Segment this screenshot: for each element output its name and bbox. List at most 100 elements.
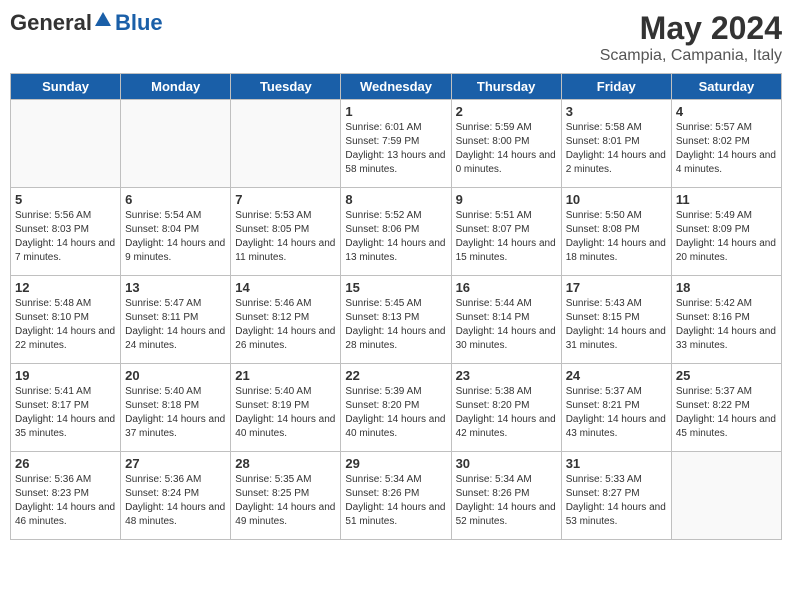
day-info: Sunrise: 5:48 AM Sunset: 8:10 PM Dayligh… — [15, 297, 116, 353]
weekday-header-row: SundayMondayTuesdayWednesdayThursdayFrid… — [11, 74, 782, 100]
logo-blue-text: Blue — [115, 10, 163, 35]
calendar-day-cell: 15Sunrise: 5:45 AM Sunset: 8:13 PM Dayli… — [341, 276, 451, 364]
calendar-day-cell: 10Sunrise: 5:50 AM Sunset: 8:08 PM Dayli… — [561, 188, 671, 276]
day-info: Sunrise: 5:56 AM Sunset: 8:03 PM Dayligh… — [15, 209, 116, 265]
calendar-day-cell: 4 Sunrise: 5:57 AM Sunset: 8:02 PM Daylig… — [671, 100, 781, 188]
calendar-day-cell: 1 Sunrise: 6:01 AM Sunset: 7:59 PM Daylig… — [341, 100, 451, 188]
day-number: 28 — [235, 456, 336, 471]
calendar-day-cell: 17Sunrise: 5:43 AM Sunset: 8:15 PM Dayli… — [561, 276, 671, 364]
day-info: Sunrise: 5:52 AM Sunset: 8:06 PM Dayligh… — [345, 209, 446, 265]
calendar-day-cell: 2 Sunrise: 5:59 AM Sunset: 8:00 PM Daylig… — [451, 100, 561, 188]
day-number: 23 — [456, 368, 557, 383]
day-info: Sunrise: 5:38 AM Sunset: 8:20 PM Dayligh… — [456, 385, 557, 441]
calendar-day-cell: 28Sunrise: 5:35 AM Sunset: 8:25 PM Dayli… — [231, 452, 341, 540]
day-number: 20 — [125, 368, 226, 383]
day-number: 11 — [676, 192, 777, 207]
day-info: Sunrise: 5:34 AM Sunset: 8:26 PM Dayligh… — [345, 473, 446, 529]
day-number: 3 — [566, 104, 667, 119]
calendar-week-row: 19Sunrise: 5:41 AM Sunset: 8:17 PM Dayli… — [11, 364, 782, 452]
day-number: 14 — [235, 280, 336, 295]
calendar-day-cell: 7 Sunrise: 5:53 AM Sunset: 8:05 PM Daylig… — [231, 188, 341, 276]
day-number: 7 — [235, 192, 336, 207]
day-info: Sunrise: 5:37 AM Sunset: 8:21 PM Dayligh… — [566, 385, 667, 441]
weekday-header-cell: Thursday — [451, 74, 561, 100]
day-info: Sunrise: 5:39 AM Sunset: 8:20 PM Dayligh… — [345, 385, 446, 441]
day-number: 2 — [456, 104, 557, 119]
day-info: Sunrise: 5:37 AM Sunset: 8:22 PM Dayligh… — [676, 385, 777, 441]
calendar-day-cell — [671, 452, 781, 540]
calendar-day-cell: 29 Sunrise: 5:34 AM Sunset: 8:26 PM Dayli… — [341, 452, 451, 540]
month-title: May 2024 — [600, 10, 782, 47]
day-number: 21 — [235, 368, 336, 383]
calendar-day-cell: 14Sunrise: 5:46 AM Sunset: 8:12 PM Dayli… — [231, 276, 341, 364]
calendar-day-cell: 11 Sunrise: 5:49 AM Sunset: 8:09 PM Dayli… — [671, 188, 781, 276]
day-number: 8 — [345, 192, 446, 207]
calendar-day-cell — [231, 100, 341, 188]
day-number: 18 — [676, 280, 777, 295]
day-number: 25 — [676, 368, 777, 383]
location-title: Scampia, Campania, Italy — [600, 47, 782, 65]
weekday-header-cell: Saturday — [671, 74, 781, 100]
title-block: May 2024 Scampia, Campania, Italy — [600, 10, 782, 65]
calendar-day-cell: 3 Sunrise: 5:58 AM Sunset: 8:01 PM Daylig… — [561, 100, 671, 188]
day-number: 12 — [15, 280, 116, 295]
logo: General Blue — [10, 10, 163, 36]
calendar-day-cell: 13Sunrise: 5:47 AM Sunset: 8:11 PM Dayli… — [121, 276, 231, 364]
calendar-day-cell: 27Sunrise: 5:36 AM Sunset: 8:24 PM Dayli… — [121, 452, 231, 540]
calendar-day-cell: 22 Sunrise: 5:39 AM Sunset: 8:20 PM Dayli… — [341, 364, 451, 452]
calendar-day-cell: 18Sunrise: 5:42 AM Sunset: 8:16 PM Dayli… — [671, 276, 781, 364]
calendar-day-cell — [11, 100, 121, 188]
day-info: Sunrise: 5:57 AM Sunset: 8:02 PM Dayligh… — [676, 121, 777, 177]
day-info: Sunrise: 5:34 AM Sunset: 8:26 PM Dayligh… — [456, 473, 557, 529]
weekday-header-cell: Sunday — [11, 74, 121, 100]
calendar-day-cell — [121, 100, 231, 188]
calendar-week-row: 26Sunrise: 5:36 AM Sunset: 8:23 PM Dayli… — [11, 452, 782, 540]
day-number: 30 — [456, 456, 557, 471]
day-number: 9 — [456, 192, 557, 207]
day-info: Sunrise: 5:59 AM Sunset: 8:00 PM Dayligh… — [456, 121, 557, 177]
day-info: Sunrise: 5:40 AM Sunset: 8:18 PM Dayligh… — [125, 385, 226, 441]
calendar-day-cell: 9Sunrise: 5:51 AM Sunset: 8:07 PM Daylig… — [451, 188, 561, 276]
day-number: 10 — [566, 192, 667, 207]
day-info: Sunrise: 5:44 AM Sunset: 8:14 PM Dayligh… — [456, 297, 557, 353]
calendar-day-cell: 6 Sunrise: 5:54 AM Sunset: 8:04 PM Daylig… — [121, 188, 231, 276]
calendar-day-cell: 21 Sunrise: 5:40 AM Sunset: 8:19 PM Dayli… — [231, 364, 341, 452]
page-header: General Blue May 2024 Scampia, Campania, … — [10, 10, 782, 65]
day-number: 22 — [345, 368, 446, 383]
day-number: 29 — [345, 456, 446, 471]
calendar-day-cell: 8 Sunrise: 5:52 AM Sunset: 8:06 PM Daylig… — [341, 188, 451, 276]
calendar-day-cell: 31Sunrise: 5:33 AM Sunset: 8:27 PM Dayli… — [561, 452, 671, 540]
day-number: 13 — [125, 280, 226, 295]
day-info: Sunrise: 5:53 AM Sunset: 8:05 PM Dayligh… — [235, 209, 336, 265]
calendar-body: 1 Sunrise: 6:01 AM Sunset: 7:59 PM Daylig… — [11, 100, 782, 540]
day-number: 27 — [125, 456, 226, 471]
calendar-week-row: 5 Sunrise: 5:56 AM Sunset: 8:03 PM Daylig… — [11, 188, 782, 276]
day-number: 6 — [125, 192, 226, 207]
calendar-week-row: 12 Sunrise: 5:48 AM Sunset: 8:10 PM Dayli… — [11, 276, 782, 364]
day-info: Sunrise: 5:58 AM Sunset: 8:01 PM Dayligh… — [566, 121, 667, 177]
day-number: 4 — [676, 104, 777, 119]
calendar-day-cell: 30 Sunrise: 5:34 AM Sunset: 8:26 PM Dayli… — [451, 452, 561, 540]
calendar-week-row: 1 Sunrise: 6:01 AM Sunset: 7:59 PM Daylig… — [11, 100, 782, 188]
calendar-day-cell: 24Sunrise: 5:37 AM Sunset: 8:21 PM Dayli… — [561, 364, 671, 452]
weekday-header-cell: Monday — [121, 74, 231, 100]
day-number: 15 — [345, 280, 446, 295]
day-number: 1 — [345, 104, 446, 119]
calendar-day-cell: 20 Sunrise: 5:40 AM Sunset: 8:18 PM Dayli… — [121, 364, 231, 452]
weekday-header-cell: Wednesday — [341, 74, 451, 100]
calendar-table: SundayMondayTuesdayWednesdayThursdayFrid… — [10, 73, 782, 540]
weekday-header-cell: Tuesday — [231, 74, 341, 100]
calendar-day-cell: 12 Sunrise: 5:48 AM Sunset: 8:10 PM Dayli… — [11, 276, 121, 364]
day-info: Sunrise: 5:40 AM Sunset: 8:19 PM Dayligh… — [235, 385, 336, 441]
day-number: 17 — [566, 280, 667, 295]
day-info: Sunrise: 5:33 AM Sunset: 8:27 PM Dayligh… — [566, 473, 667, 529]
calendar-day-cell: 19Sunrise: 5:41 AM Sunset: 8:17 PM Dayli… — [11, 364, 121, 452]
day-info: Sunrise: 5:41 AM Sunset: 8:17 PM Dayligh… — [15, 385, 116, 441]
calendar-day-cell: 26Sunrise: 5:36 AM Sunset: 8:23 PM Dayli… — [11, 452, 121, 540]
day-number: 5 — [15, 192, 116, 207]
day-info: Sunrise: 5:36 AM Sunset: 8:23 PM Dayligh… — [15, 473, 116, 529]
day-info: Sunrise: 6:01 AM Sunset: 7:59 PM Dayligh… — [345, 121, 446, 177]
day-info: Sunrise: 5:54 AM Sunset: 8:04 PM Dayligh… — [125, 209, 226, 265]
logo-general-text: General — [10, 10, 92, 35]
day-info: Sunrise: 5:49 AM Sunset: 8:09 PM Dayligh… — [676, 209, 777, 265]
